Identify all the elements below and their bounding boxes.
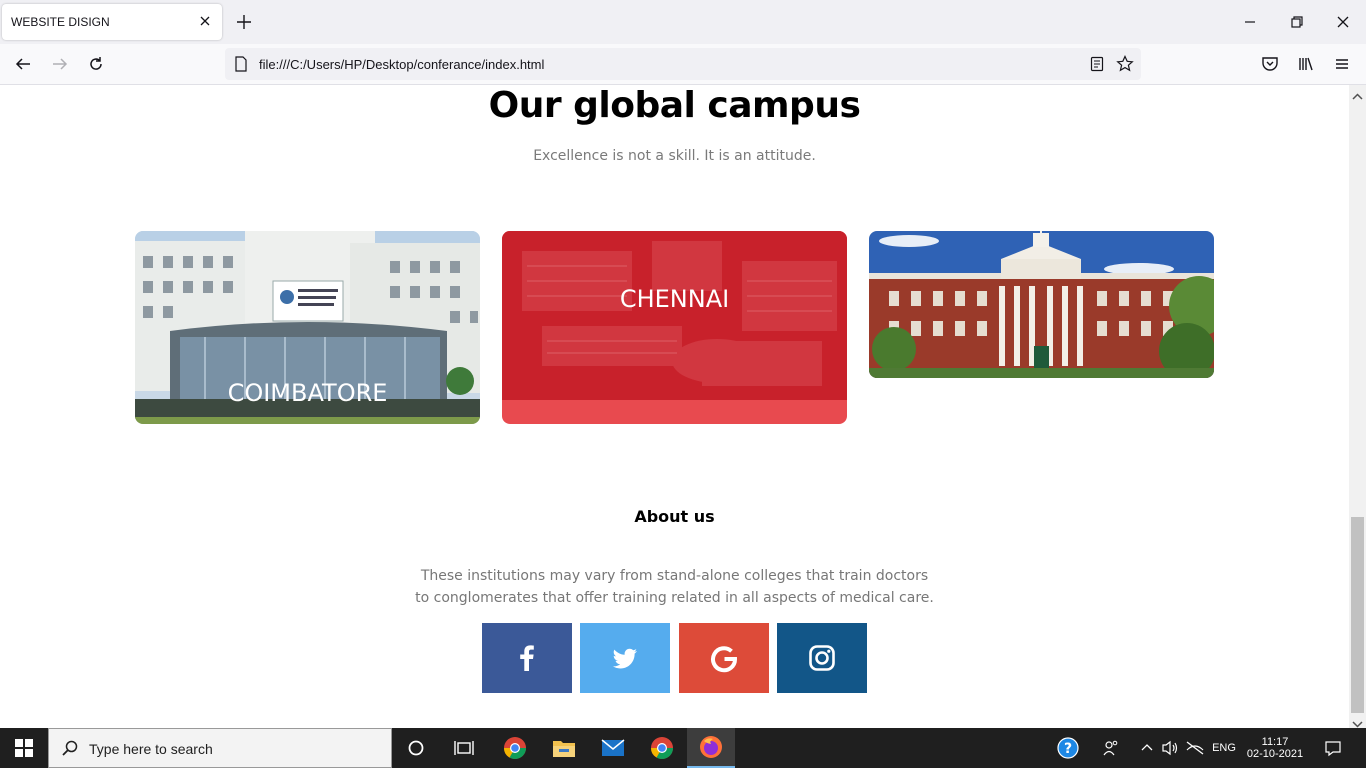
- campus-card-third[interactable]: [869, 231, 1214, 378]
- reload-icon[interactable]: [86, 54, 106, 74]
- chevron-up-icon[interactable]: [1138, 728, 1156, 768]
- page-scrollbar[interactable]: [1349, 85, 1366, 728]
- scroll-up-arrow-icon[interactable]: [1352, 87, 1363, 106]
- cortana-icon[interactable]: [396, 728, 436, 768]
- chrome-taskbar-icon-2[interactable]: [640, 728, 684, 768]
- minimize-window-icon[interactable]: [1240, 12, 1260, 32]
- google-icon: [711, 646, 738, 673]
- forward-arrow-icon[interactable]: [50, 54, 70, 74]
- browser-toolbar: file:///C:/Users/HP/Desktop/conferance/i…: [0, 44, 1366, 85]
- twitter-button[interactable]: [580, 623, 670, 693]
- instagram-button[interactable]: [777, 623, 867, 693]
- search-icon: [61, 739, 79, 761]
- tab-title: WEBSITE DISIGN: [11, 15, 110, 29]
- page-viewport: Our global campus Excellence is not a sk…: [0, 85, 1349, 728]
- browser-tab[interactable]: WEBSITE DISIGN: [2, 4, 222, 40]
- reader-view-icon[interactable]: [1089, 56, 1105, 76]
- clock-date: 02-10-2021: [1246, 748, 1304, 760]
- new-tab-icon[interactable]: [234, 12, 254, 32]
- task-view-icon[interactable]: [444, 728, 484, 768]
- search-placeholder: Type here to search: [89, 741, 213, 757]
- close-tab-icon[interactable]: [196, 12, 214, 30]
- mail-icon[interactable]: [591, 728, 635, 768]
- file-explorer-icon[interactable]: [542, 728, 586, 768]
- url-text: file:///C:/Users/HP/Desktop/conferance/i…: [259, 57, 545, 72]
- bookmark-star-icon[interactable]: [1116, 55, 1134, 77]
- chrome-taskbar-icon[interactable]: [493, 728, 537, 768]
- help-icon[interactable]: ?: [1054, 728, 1082, 768]
- card-label-coimbatore: COIMBATORE: [227, 379, 388, 407]
- about-title: About us: [634, 507, 715, 526]
- campus-building-image: [869, 231, 1214, 378]
- card-label-chennai: CHENNAI: [619, 285, 730, 313]
- library-icon[interactable]: [1296, 54, 1316, 74]
- volume-icon[interactable]: [1160, 728, 1180, 768]
- language-indicator[interactable]: ENG: [1210, 728, 1238, 768]
- about-text-line-2: to conglomerates that offer training rel…: [415, 590, 934, 606]
- instagram-icon: [809, 645, 835, 671]
- pocket-icon[interactable]: [1260, 54, 1280, 74]
- address-bar[interactable]: file:///C:/Users/HP/Desktop/conferance/i…: [225, 48, 1141, 80]
- facebook-icon: [520, 645, 534, 671]
- campus-title: Our global campus: [488, 85, 861, 126]
- menu-hamburger-icon[interactable]: [1332, 54, 1352, 74]
- facebook-button[interactable]: [482, 623, 572, 693]
- windows-start-icon[interactable]: [0, 728, 48, 768]
- clock[interactable]: 11:17 02-10-2021: [1244, 728, 1306, 768]
- taskbar-search-box[interactable]: Type here to search: [48, 728, 392, 768]
- network-disconnected-icon[interactable]: [1184, 728, 1206, 768]
- twitter-icon: [612, 648, 637, 669]
- notifications-icon[interactable]: [1318, 728, 1348, 768]
- about-text-line-1: These institutions may vary from stand-a…: [420, 568, 929, 584]
- firefox-taskbar-icon[interactable]: [687, 728, 735, 768]
- campus-card-chennai[interactable]: CHENNAI: [502, 231, 847, 424]
- people-icon[interactable]: [1100, 728, 1122, 768]
- campus-subtitle: Excellence is not a skill. It is an atti…: [533, 148, 816, 164]
- google-button[interactable]: [679, 623, 769, 693]
- windows-taskbar: Type here to search ? ENG 11:17 02-10-20…: [0, 728, 1366, 768]
- svg-text:?: ?: [1064, 741, 1072, 757]
- browser-tab-bar: WEBSITE DISIGN: [0, 0, 1366, 44]
- close-window-icon[interactable]: [1333, 12, 1353, 32]
- about-text: These institutions may vary from stand-a…: [0, 565, 1349, 609]
- campus-card-coimbatore[interactable]: COIMBATORE: [135, 231, 480, 424]
- restore-window-icon[interactable]: [1287, 12, 1307, 32]
- clock-time: 11:17: [1261, 736, 1289, 748]
- back-arrow-icon[interactable]: [13, 54, 33, 74]
- page-icon: [234, 56, 248, 76]
- scrollbar-thumb[interactable]: [1351, 517, 1364, 713]
- chennai-campus-image: [502, 231, 847, 400]
